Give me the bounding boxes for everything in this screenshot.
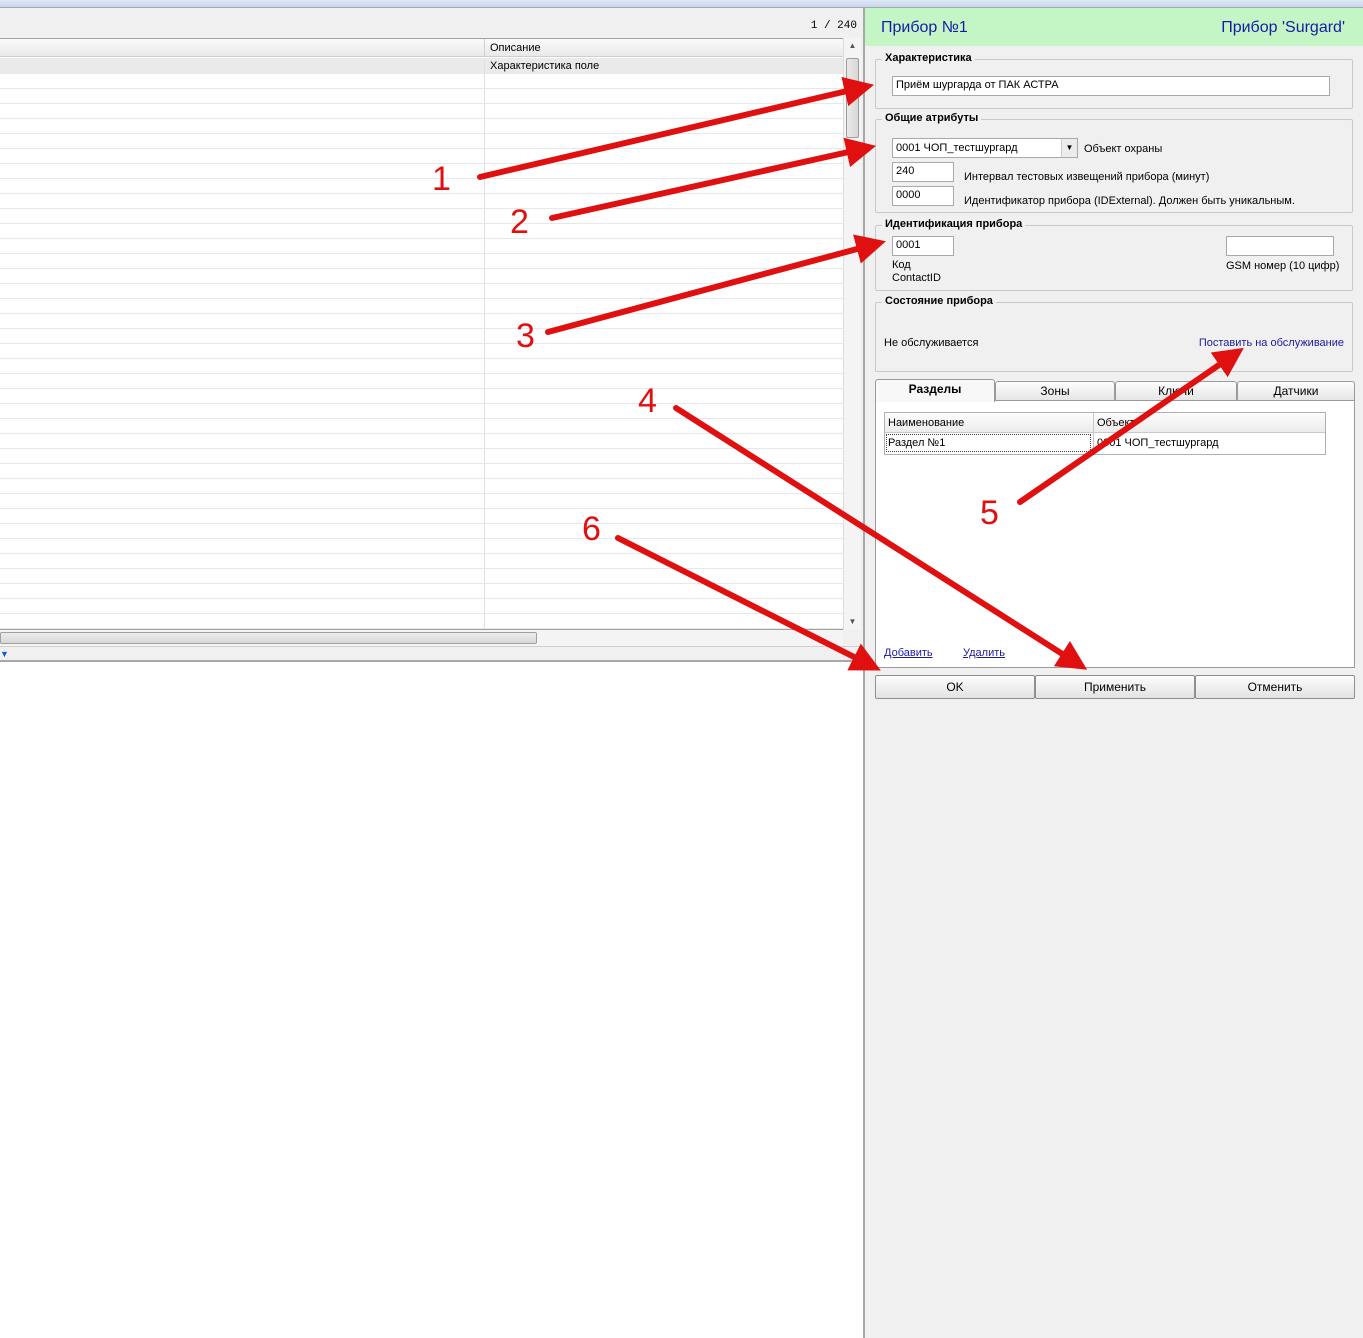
identification-legend: Идентификация прибора — [882, 218, 1026, 230]
vertical-scrollbar[interactable]: ▲ ▼ — [843, 38, 861, 630]
put-into-service-link[interactable]: Поставить на обслуживание — [1199, 337, 1344, 349]
grid-empty-rows — [0, 74, 843, 629]
devices-list-panel: 1 / 240 Описание Характеристика поле ▲ ▼… — [0, 8, 1363, 1338]
section-object-cell: 0001 ЧОП_тестшургард — [1097, 437, 1219, 449]
scroll-right-arrow-icon[interactable]: ▶ — [863, 631, 1363, 1338]
dropdown-arrow-icon[interactable]: ▼ — [0, 649, 9, 659]
device-tabs: Разделы Зоны Ключи Датчики — [875, 379, 1355, 402]
annotation-number-2: 2 — [510, 203, 529, 241]
delete-link[interactable]: Удалить — [963, 647, 1005, 659]
object-select-value: 0001 ЧОП_тестшургард — [896, 142, 1018, 154]
device-type: Прибор 'Surgard' — [1221, 19, 1345, 36]
test-interval-label: Интервал тестовых извещений прибора (мин… — [964, 171, 1210, 183]
column-header-name[interactable]: Наименование — [888, 417, 964, 429]
external-id-label: Идентификатор прибора (IDExternal). Долж… — [964, 195, 1295, 207]
record-counter: 1 / 240 — [810, 20, 857, 32]
annotation-number-4: 4 — [638, 382, 657, 420]
column-header-description[interactable]: Описание — [484, 39, 546, 57]
chevron-down-icon[interactable]: ▼ — [1061, 139, 1077, 157]
column-divider — [484, 58, 485, 629]
sections-table[interactable]: Наименование Объект Раздел №1 0001 ЧОП_т… — [884, 412, 1326, 455]
section-name-cell: Раздел №1 — [888, 437, 946, 449]
device-title: Прибор №1 — [881, 19, 968, 36]
characteristic-group: Характеристика Приём шургарда от ПАК АСТ… — [875, 52, 1353, 109]
gsm-number-input[interactable] — [1226, 236, 1334, 256]
tab-sensors[interactable]: Датчики — [1237, 381, 1355, 401]
contactid-code-label-2: ContactID — [892, 272, 941, 284]
identification-group: Идентификация прибора 0001 Код ContactID… — [875, 218, 1353, 291]
object-label: Объект охраны — [1084, 143, 1163, 155]
common-attributes-group: Общие атрибуты 0001 ЧОП_тестшургард ▼ Об… — [875, 112, 1353, 213]
grid-header: Описание — [0, 39, 843, 57]
characteristic-input[interactable]: Приём шургарда от ПАК АСТРА — [892, 76, 1330, 96]
sections-tab-panel: Наименование Объект Раздел №1 0001 ЧОП_т… — [875, 400, 1355, 668]
device-state-group: Состояние прибора Не обслуживается Поста… — [875, 295, 1353, 372]
contactid-code-label: Код — [892, 259, 911, 271]
left-footer-area — [0, 660, 863, 715]
scroll-up-arrow-icon[interactable]: ▲ — [844, 38, 861, 54]
row-description-cell: Характеристика поле — [490, 60, 600, 72]
characteristic-legend: Характеристика — [882, 52, 975, 64]
test-interval-input[interactable]: 240 — [892, 162, 954, 182]
device-state-legend: Состояние прибора — [882, 295, 996, 307]
sections-table-header: Наименование Объект — [885, 413, 1325, 433]
column-divider — [1093, 413, 1094, 454]
vertical-scroll-thumb[interactable] — [846, 58, 859, 138]
scroll-down-arrow-icon[interactable]: ▼ — [844, 614, 861, 630]
common-attributes-legend: Общие атрибуты — [882, 112, 982, 124]
app-window: 1 / 240 Описание Характеристика поле ▲ ▼… — [0, 0, 1363, 1338]
column-header-object[interactable]: Объект — [1097, 417, 1134, 429]
gsm-number-label: GSM номер (10 цифр) — [1226, 260, 1340, 272]
horizontal-scroll-thumb[interactable] — [0, 632, 537, 644]
add-link[interactable]: Добавить — [884, 647, 933, 659]
devices-grid[interactable]: Описание Характеристика поле — [0, 38, 843, 630]
left-status-strip: ▼ — [0, 646, 863, 660]
tab-zones[interactable]: Зоны — [995, 381, 1115, 401]
horizontal-scrollbar[interactable]: ▶ — [0, 630, 1363, 1338]
table-row-selected[interactable]: Характеристика поле — [0, 58, 843, 74]
tab-keys[interactable]: Ключи — [1115, 381, 1237, 401]
ok-button[interactable]: OK — [875, 675, 1035, 699]
annotation-number-5: 5 — [980, 494, 999, 532]
apply-button[interactable]: Применить — [1035, 675, 1195, 699]
object-select[interactable]: 0001 ЧОП_тестшургард ▼ — [892, 138, 1078, 158]
top-strip — [0, 0, 1363, 8]
annotation-number-6: 6 — [582, 510, 601, 548]
device-properties-panel: Прибор №1 Прибор 'Surgard' Характеристик… — [863, 8, 1363, 715]
tab-sections[interactable]: Разделы — [875, 379, 995, 402]
annotation-number-1: 1 — [432, 160, 451, 198]
contactid-code-input[interactable]: 0001 — [892, 236, 954, 256]
cancel-button[interactable]: Отменить — [1195, 675, 1355, 699]
device-header: Прибор №1 Прибор 'Surgard' — [865, 8, 1363, 46]
annotation-number-3: 3 — [516, 317, 535, 355]
external-id-input[interactable]: 0000 — [892, 186, 954, 206]
device-status-text: Не обслуживается — [884, 337, 979, 349]
